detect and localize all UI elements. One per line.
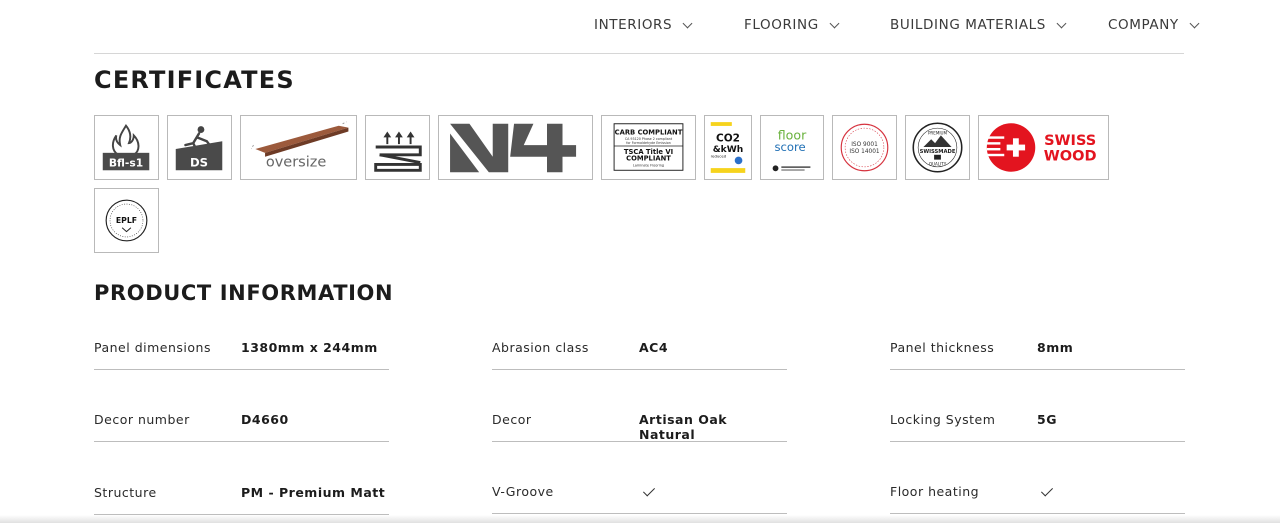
chevron-down-icon [829,18,840,28]
nav-item-interiors[interactable]: INTERIORS [594,17,693,33]
svg-text:DS: DS [190,155,208,169]
spec-label: Panel dimensions [94,340,211,355]
svg-text:COMPLIANT: COMPLIANT [626,155,671,163]
chevron-down-icon [1056,18,1067,28]
spec-abrasion-class: Abrasion class AC4 [492,330,787,370]
ds-class-badge: DS [167,115,232,180]
certificates-heading: CERTIFICATES [94,66,295,94]
spec-decor-number: Decor number D4660 [94,402,389,442]
nav-item-label: INTERIORS [594,17,673,33]
svg-text:SWISSMADE: SWISSMADE [920,149,956,155]
swiss-wood-badge: SWISS WOOD [978,115,1109,180]
spec-label: Floor heating [890,484,980,499]
nav-item-label: COMPANY [1108,17,1179,33]
spec-value: PM - Premium Matt [241,485,386,500]
spec-label: V-Groove [492,484,554,499]
eplf-badge: EPLF [94,188,159,253]
nav-item-building-materials[interactable]: BUILDING MATERIALS [890,17,1067,33]
spec-value: 5G [1037,412,1057,427]
svg-text:reduced: reduced [711,154,727,159]
divider [890,441,1185,442]
svg-text:for Formaldehyde Emission: for Formaldehyde Emission [626,141,671,145]
spec-label: Decor [492,412,532,427]
spec-decor: Decor Artisan Oak Natural [492,402,787,442]
fire-class-badge: Bfl-s1 [94,115,159,180]
divider [492,441,787,442]
spec-label: Structure [94,485,157,500]
spec-value: 1380mm x 244mm [241,340,378,355]
spec-value: 8mm [1037,340,1074,355]
svg-text:score: score [774,140,805,154]
divider [492,369,787,370]
svg-text:WOOD: WOOD [1044,149,1097,165]
divider [94,369,389,370]
svg-text:Bfl-s1: Bfl-s1 [109,156,143,169]
iso-certified-badge: ISO 9001 ISO 14001 [832,115,897,180]
layers-arrows-icon [374,131,422,172]
checkmark-icon [642,484,656,497]
svg-text:Laminate Flooring: Laminate Flooring [633,163,664,167]
spec-floor-heating: Floor heating [890,474,1185,514]
chevron-down-icon [1189,18,1200,28]
spec-value: D4660 [241,412,289,427]
checkmark-icon [1040,484,1054,497]
spec-panel-thickness: Panel thickness 8mm [890,330,1185,370]
nav-item-flooring[interactable]: FLOORING [744,17,840,33]
product-information-heading: PRODUCT INFORMATION [94,281,394,305]
nav-divider [94,53,1184,54]
spec-value: Artisan Oak Natural [639,412,728,442]
spec-v-groove: V-Groove [492,474,787,514]
nav-item-label: BUILDING MATERIALS [890,17,1046,33]
v4-logo-icon [450,123,577,173]
spec-label: Abrasion class [492,340,589,355]
carb-tsca-badge: CARB COMPLIANT CA 93120 Phase 2 complian… [601,115,696,180]
svg-text:CO2: CO2 [716,132,740,144]
slip-person-icon: DS [175,126,223,171]
spec-locking-system: Locking System 5G [890,402,1185,442]
divider [890,369,1185,370]
spec-label: Panel thickness [890,340,995,355]
spec-label: Decor number [94,412,190,427]
divider [890,513,1185,514]
floorscore-badge: floor score [760,115,824,180]
plank-icon: oversize [251,121,349,170]
chevron-down-icon [682,18,693,28]
svg-text:PREMIUM: PREMIUM [928,130,948,135]
svg-text:QUALITY: QUALITY [929,161,947,166]
svg-text:CARB COMPLIANT: CARB COMPLIANT [615,128,683,136]
divider [492,513,787,514]
spec-value: AC4 [639,340,669,355]
top-navigation: INTERIORS FLOORING BUILDING MATERIALS CO… [0,0,1280,53]
v4-badge [438,115,593,180]
svg-text:ISO 14001: ISO 14001 [849,149,880,155]
spec-structure: Structure PM - Premium Matt [94,475,389,515]
oversize-badge: oversize [240,115,357,180]
divider [94,441,389,442]
window-bottom-shadow [0,515,1280,523]
nav-item-company[interactable]: COMPANY [1108,17,1200,33]
spec-panel-dimensions: Panel dimensions 1380mm x 244mm [94,330,389,370]
installation-badge [365,115,430,180]
svg-text:oversize: oversize [266,154,327,170]
svg-text:EPLF: EPLF [116,216,137,225]
co2-kwh-badge: CO2 &kWh reduced [704,115,752,180]
flame-icon: Bfl-s1 [102,124,150,171]
svg-text:ISO 9001: ISO 9001 [851,142,878,148]
nav-item-label: FLOORING [744,17,819,33]
svg-text:SWISS: SWISS [1044,133,1096,149]
swissmade-badge: PREMIUM SWISSMADE QUALITY [905,115,970,180]
spec-label: Locking System [890,412,996,427]
